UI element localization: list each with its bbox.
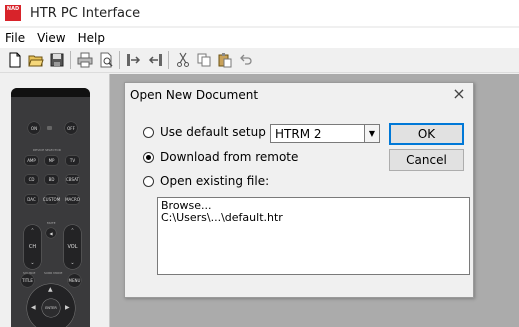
nad-logo-icon: NAD xyxy=(5,5,21,21)
undo-icon[interactable] xyxy=(235,50,256,70)
radio-download-from-remote[interactable]: Download from remote xyxy=(143,150,298,164)
dpad-right-icon[interactable]: ▶ xyxy=(65,305,70,311)
remote-macro-button[interactable]: MACRO xyxy=(65,195,80,204)
remote-surr-mode-label: SURR MODE xyxy=(44,271,63,275)
menu-help[interactable]: Help xyxy=(73,31,112,45)
radio-use-default-setup[interactable]: Use default setup xyxy=(143,125,266,139)
device-select[interactable]: HTRM 2 ▼ xyxy=(270,124,380,143)
menu-file[interactable]: File xyxy=(0,31,32,45)
radio-label: Open existing file: xyxy=(160,174,270,188)
menu-bar: File View Help xyxy=(0,28,519,48)
window-title: HTR PC Interface xyxy=(30,5,141,21)
print-icon[interactable] xyxy=(74,50,95,70)
radio-label: Download from remote xyxy=(160,150,299,164)
open-folder-icon[interactable] xyxy=(25,50,46,70)
remote-mp-button[interactable]: MP xyxy=(45,156,58,165)
remote-on-button[interactable]: ON xyxy=(28,122,40,134)
close-icon[interactable]: × xyxy=(450,86,468,104)
radio-button[interactable] xyxy=(143,151,154,163)
ok-button[interactable]: OK xyxy=(389,123,464,145)
remote-led xyxy=(47,126,52,130)
dialog-title: Open New Document xyxy=(130,88,259,102)
remote-bd-button[interactable]: BD xyxy=(45,175,58,184)
send-to-device-icon[interactable] xyxy=(123,50,144,70)
remote-off-button[interactable]: OFF xyxy=(65,122,77,134)
chevron-down-icon[interactable]: ▼ xyxy=(364,125,379,142)
list-item-default-htr[interactable]: C:\Users\...\default.htr xyxy=(161,212,466,224)
radio-button[interactable] xyxy=(143,175,154,187)
toolbar xyxy=(0,48,519,73)
dpad-up-icon[interactable]: ▲ xyxy=(48,287,53,293)
save-icon[interactable] xyxy=(46,50,67,70)
remote-top-cap xyxy=(11,88,90,97)
radio-open-existing-file[interactable]: Open existing file: xyxy=(143,174,269,188)
toolbar-separator xyxy=(119,51,120,69)
receive-from-device-icon[interactable] xyxy=(144,50,165,70)
new-doc-icon[interactable] xyxy=(4,50,25,70)
cancel-button[interactable]: Cancel xyxy=(389,149,464,171)
app-window: NAD HTR PC Interface File View Help ON O… xyxy=(0,0,519,327)
copy-icon[interactable] xyxy=(193,50,214,70)
remote-custom-button[interactable]: CUSTOM xyxy=(43,195,60,204)
cut-icon[interactable] xyxy=(172,50,193,70)
menu-view[interactable]: View xyxy=(32,31,72,45)
toolbar-separator xyxy=(70,51,71,69)
radio-button[interactable] xyxy=(143,126,154,138)
remote-menu-button[interactable]: MENU xyxy=(68,274,81,287)
file-listbox[interactable]: Browse... C:\Users\...\default.htr xyxy=(157,197,470,275)
remote-vol-rocker[interactable]: ⌃ VOL ⌄ xyxy=(64,225,81,269)
remote-dpad[interactable]: ▲ ◀ ▶ ENTER xyxy=(27,284,75,327)
remote-mute-label: MUTE xyxy=(47,221,56,225)
dpad-left-icon[interactable]: ◀ xyxy=(31,305,36,311)
title-bar: NAD HTR PC Interface xyxy=(0,0,519,26)
radio-label: Use default setup xyxy=(160,125,266,139)
remote-dac-button[interactable]: DAC xyxy=(25,195,38,204)
remote-enter-button[interactable]: ENTER xyxy=(42,299,60,317)
remote-tv-button[interactable]: TV xyxy=(66,156,79,165)
remote-device-selector-label: DEVICE SELECTOR xyxy=(33,148,61,152)
remote-cbsat-button[interactable]: CBSAT xyxy=(66,175,79,184)
open-new-document-dialog: Open New Document × Use default setup HT… xyxy=(124,82,474,298)
remote-title-button[interactable]: TITLE xyxy=(21,274,34,287)
paste-icon[interactable] xyxy=(214,50,235,70)
remote-cd-button[interactable]: CD xyxy=(25,175,38,184)
remote-mute-button[interactable]: ◀ xyxy=(46,228,56,238)
remote-pane: ON OFF DEVICE SELECTOR AMP MP TV CD BD C… xyxy=(0,74,110,327)
remote-amp-button[interactable]: AMP xyxy=(25,156,38,165)
toolbar-separator xyxy=(168,51,169,69)
device-select-value: HTRM 2 xyxy=(275,126,322,141)
remote-control-image: ON OFF DEVICE SELECTOR AMP MP TV CD BD C… xyxy=(11,88,90,327)
remote-ch-rocker[interactable]: ⌃ CH ⌄ xyxy=(24,225,41,269)
print-preview-icon[interactable] xyxy=(95,50,116,70)
